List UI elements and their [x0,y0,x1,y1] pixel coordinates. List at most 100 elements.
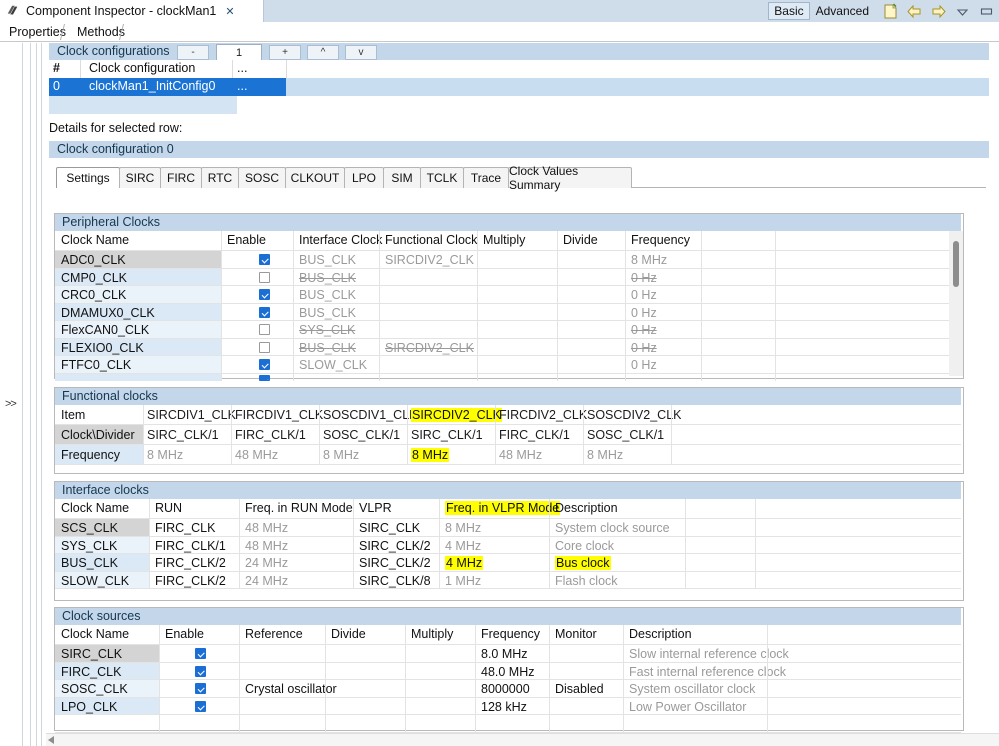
move-config-up-button[interactable]: ^ [307,45,339,60]
cell-clock-name: CRC0_CLK [61,288,127,302]
table-row[interactable]: SIRC_CLK 8.0 MHz Slow internal reference c… [55,645,961,663]
enable-checkbox[interactable] [259,254,270,265]
column-divider [583,405,584,465]
document-tab[interactable]: Component Inspector - clockMan1 ✕ [0,0,264,22]
enable-checkbox[interactable] [259,374,270,381]
enable-checkbox[interactable] [195,700,206,712]
table-row[interactable]: DMAMUX0_CLK BUS_CLK 0 Hz [55,304,961,322]
highlighted-text: 8 MHz [411,448,450,462]
mode-advanced-button[interactable]: Advanced [810,2,875,20]
cell-interface-clock: BUS_CLK [299,253,356,267]
cell-functional-clock: SIRCDIV2_CLK [385,253,474,267]
enable-checkbox[interactable] [259,324,270,335]
table-row[interactable]: SOSC_CLK Crystal oscillator 8000000 Disable… [55,680,961,698]
table-row[interactable]: SCS_CLK FIRC_CLK 48 MHz SIRC_CLK 8 MHz System… [55,519,961,537]
tab-firc[interactable]: FIRC [160,167,202,188]
expand-sidebar-button[interactable]: >> [5,398,17,410]
table-row[interactable]: FIRC_CLK 48.0 MHz Fast internal reference … [55,663,961,681]
cell-description: Flash clock [555,573,618,588]
forward-arrow-icon[interactable] [930,3,947,20]
column-divider [159,625,160,733]
rail-divider [30,43,31,746]
column-header-6: Frequency [631,233,691,247]
tab-methods[interactable]: Methods [68,22,134,42]
cell-run: FIRC_CLK/2 [155,556,226,570]
clock-configuration-0-title: Clock configuration 0 [57,142,174,156]
cell-interface-clock: SYS_CLK [299,323,356,337]
back-arrow-icon[interactable] [906,3,923,20]
enable-checkbox[interactable] [259,271,270,283]
minimize-icon[interactable] [978,3,995,20]
cell-divider: SOSC_CLK/1 [587,428,665,442]
column-divider [477,231,478,381]
cell-frequency: 48.0 MHz [481,664,535,679]
column-more[interactable]: ... [237,61,247,75]
highlighted-text: SIRCDIV2_CLK [411,408,502,422]
enable-checkbox[interactable] [195,648,206,659]
enable-checkbox[interactable] [259,306,270,318]
table-row[interactable]: LPO_CLK 128 kHz Low Power Oscillator [55,698,961,716]
table-row[interactable]: 0 clockMan1_InitConfig0 ... [49,78,989,96]
column-divider [775,231,776,381]
cell-freq-run: 48 MHz [245,538,289,553]
table-row[interactable]: FLEXIO0_CLK BUS_CLK SIRCDIV2_CLK 0 Hz [55,339,961,357]
table-row[interactable]: SLOW_CLK FIRC_CLK/2 24 MHz SIRC_CLK/8 1 MHz F… [55,572,961,590]
document-tab-title: Component Inspector - clockMan1 [26,4,217,18]
add-config-button[interactable]: + [269,45,301,60]
tab-sim[interactable]: SIM [383,167,421,188]
close-icon[interactable]: ✕ [225,5,234,18]
table-row[interactable]: FlexCAN0_CLK SYS_CLK 0 Hz [55,321,961,339]
chevron-down-icon[interactable] [954,3,971,20]
cell-clock-name: BUS_CLK [61,556,118,570]
config-count-field[interactable]: 1 [216,44,262,61]
cell-clock-name: FlexCAN0_CLK [61,323,150,337]
column-divider [549,499,550,589]
tab-sosc[interactable]: SOSC [238,167,286,188]
tabstrip-underline [0,41,999,42]
tab-label: SOSC [244,171,279,185]
tab-clock-values-summary[interactable]: Clock Values Summary [508,164,632,192]
row-background [286,78,989,96]
enable-checkbox[interactable] [259,359,270,370]
table-row[interactable]: FTFC0_CLK SLOW_CLK 0 Hz [55,356,961,374]
column-divider [239,499,240,589]
tab-tclk[interactable]: TCLK [420,167,464,188]
tab-settings[interactable]: Settings [56,167,120,188]
cell-freq-run: 24 MHz [245,556,289,570]
enable-checkbox[interactable] [195,683,206,694]
cell-description: Bus clock [555,556,611,570]
cell-divider: SIRC_CLK/1 [411,428,483,442]
row-more-button[interactable]: ... [237,79,247,93]
cell-clock-name: SIRC_CLK [61,647,123,661]
scrollbar-thumb[interactable] [953,241,959,287]
horizontal-scrollbar[interactable] [46,733,999,746]
move-config-down-button[interactable]: v [345,45,377,60]
tab-rtc[interactable]: RTC [201,167,239,188]
cell-frequency: 0 Hz [631,305,657,320]
enable-checkbox[interactable] [259,289,270,300]
cell-frequency: 8 MHz [587,448,624,462]
tab-trace[interactable]: Trace [463,167,509,188]
table-row[interactable]: CRC0_CLK BUS_CLK 0 Hz [55,286,961,304]
enable-checkbox[interactable] [195,665,206,677]
mode-basic-button[interactable]: Basic [768,2,810,20]
table-row[interactable]: ADC0_CLK BUS_CLK SIRCDIV2_CLK 8 MHz [55,251,961,269]
inspector-content: Clock configurations - 1 + ^ v # Clock c… [46,43,999,746]
table-row[interactable]: BUS_CLK FIRC_CLK/2 24 MHz SIRC_CLK/2 4 MHz Bu… [55,554,961,572]
cell-description: System oscillator clock [629,682,756,696]
enable-checkbox[interactable] [259,341,270,353]
cell-vlpr: SIRC_CLK/2 [359,556,431,570]
tab-lpo[interactable]: LPO [344,167,384,188]
remove-config-button[interactable]: - [177,45,209,60]
tab-clkout[interactable]: CLKOUT [285,167,345,188]
tab-sirc[interactable]: SIRC [119,167,161,188]
highlighted-text: Freq. in VLPR Mode [445,501,561,515]
peripheral-clocks-scrollbar[interactable] [949,231,963,376]
cell-vlpr: SIRC_CLK [359,521,421,535]
table-row[interactable]: SYS_CLK FIRC_CLK/1 48 MHz SIRC_CLK/2 4 MHz Co… [55,537,961,555]
scroll-left-arrow-icon[interactable] [48,736,54,744]
column-header-2: Freq. in RUN Mode [245,501,353,515]
column-header-1: Enable [227,233,266,247]
new-note-icon[interactable] [882,3,899,20]
table-row[interactable]: CMP0_CLK BUS_CLK 0 Hz [55,269,961,287]
